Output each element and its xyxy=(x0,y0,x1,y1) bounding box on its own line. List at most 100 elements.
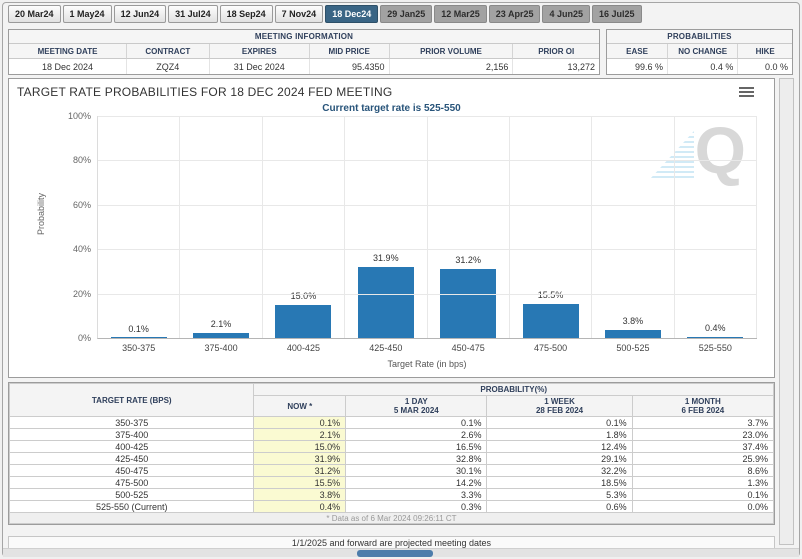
tab-29-jan25[interactable]: 29 Jan25 xyxy=(380,5,432,23)
cell-now: 15.0% xyxy=(254,441,346,453)
bar-450-475[interactable] xyxy=(440,269,496,338)
grid-line xyxy=(98,116,757,117)
cell-now: 3.8% xyxy=(254,489,346,501)
y-tick-label: 100% xyxy=(68,111,91,121)
horizontal-scrollbar-track[interactable] xyxy=(3,548,799,557)
cell-rate: 450-475 xyxy=(10,465,254,477)
cell-day: 30.1% xyxy=(346,465,487,477)
grid-line xyxy=(98,294,757,295)
meeting-info-value-0: 18 Dec 2024 xyxy=(9,59,127,74)
y-tick-label: 0% xyxy=(78,333,91,343)
cell-month: 25.9% xyxy=(632,453,773,465)
table-row: 350-3750.1%0.1%0.1%3.7% xyxy=(10,417,774,429)
tab-1-may24[interactable]: 1 May24 xyxy=(63,5,112,23)
chart-category-525-550: 0.4%525-550 xyxy=(675,116,757,338)
cell-now: 31.9% xyxy=(254,453,346,465)
tab-20-mar24[interactable]: 20 Mar24 xyxy=(8,5,61,23)
cell-day: 32.8% xyxy=(346,453,487,465)
y-axis-title: Probability xyxy=(36,184,46,244)
chart-subtitle: Current target rate is 525-550 xyxy=(9,103,774,114)
tab-7-nov24[interactable]: 7 Nov24 xyxy=(275,5,324,23)
bar-value-label: 15.0% xyxy=(263,291,344,301)
sub-header-1: 1 DAY5 MAR 2024 xyxy=(346,396,487,417)
sub-header-0: NOW * xyxy=(254,396,346,417)
cell-week: 12.4% xyxy=(487,441,632,453)
probability-table: TARGET RATE (BPS) PROBABILITY(%) NOW *1 … xyxy=(9,383,774,524)
meeting-info-value-4: 2,156 xyxy=(390,59,514,74)
meeting-info-headers: MEETING DATECONTRACTEXPIRESMID PRICEPRIO… xyxy=(9,44,599,59)
cell-month: 0.1% xyxy=(632,489,773,501)
chart-title: TARGET RATE PROBABILITIES FOR 18 DEC 202… xyxy=(17,85,392,99)
bar-475-500[interactable] xyxy=(523,304,579,338)
cell-day: 16.5% xyxy=(346,441,487,453)
cell-day: 14.2% xyxy=(346,477,487,489)
probabilities-headers: EASENO CHANGEHIKE xyxy=(607,44,792,59)
cell-day: 3.3% xyxy=(346,489,487,501)
tab-12-jun24[interactable]: 12 Jun24 xyxy=(114,5,167,23)
tab-18-sep24[interactable]: 18 Sep24 xyxy=(220,5,273,23)
chart-cells: 0.1%350-3752.1%375-40015.0%400-42531.9%4… xyxy=(98,116,757,338)
probability-group-header: PROBABILITY(%) xyxy=(254,384,774,396)
meeting-tabs: 20 Mar241 May2412 Jun2431 Jul2418 Sep247… xyxy=(8,5,642,23)
bar-value-label: 2.1% xyxy=(180,319,261,329)
table-row: 425-45031.9%32.8%29.1%25.9% xyxy=(10,453,774,465)
bar-525-550[interactable] xyxy=(687,337,743,338)
table-row: 525-550 (Current)0.4%0.3%0.6%0.0% xyxy=(10,501,774,513)
meeting-info-header-1: CONTRACT xyxy=(127,44,210,59)
probabilities-header-1: NO CHANGE xyxy=(668,44,738,59)
tab-23-apr25[interactable]: 23 Apr25 xyxy=(489,5,541,23)
y-tick-label: 40% xyxy=(73,244,91,254)
cell-rate: 475-500 xyxy=(10,477,254,489)
tab-18-dec24[interactable]: 18 Dec24 xyxy=(325,5,378,23)
tab-4-jun25[interactable]: 4 Jun25 xyxy=(542,5,590,23)
bar-value-label: 31.9% xyxy=(345,253,426,263)
hamburger-menu-icon[interactable] xyxy=(739,87,754,99)
chart-category-375-400: 2.1%375-400 xyxy=(180,116,262,338)
bar-425-450[interactable] xyxy=(358,267,414,338)
table-row: 400-42515.0%16.5%12.4%37.4% xyxy=(10,441,774,453)
bar-350-375[interactable] xyxy=(111,337,167,338)
cell-week: 1.8% xyxy=(487,429,632,441)
cell-week: 5.3% xyxy=(487,489,632,501)
cell-rate: 400-425 xyxy=(10,441,254,453)
cell-week: 0.6% xyxy=(487,501,632,513)
cell-month: 23.0% xyxy=(632,429,773,441)
bar-375-400[interactable] xyxy=(193,333,249,338)
probabilities-panel: PROBABILITIES EASENO CHANGEHIKE 99.6 %0.… xyxy=(606,29,793,75)
vertical-scrollbar[interactable] xyxy=(779,78,794,545)
probabilities-value-1: 0.4 % xyxy=(668,59,738,74)
cell-week: 32.2% xyxy=(487,465,632,477)
table-row: 475-50015.5%14.2%18.5%1.3% xyxy=(10,477,774,489)
grid-line xyxy=(98,205,757,206)
cell-now: 15.5% xyxy=(254,477,346,489)
table-row: 375-4002.1%2.6%1.8%23.0% xyxy=(10,429,774,441)
tab-16-jul25[interactable]: 16 Jul25 xyxy=(592,5,642,23)
probabilities-header-0: EASE xyxy=(607,44,668,59)
cell-month: 1.3% xyxy=(632,477,773,489)
meeting-info-values: 18 Dec 2024ZQZ431 Dec 202495.43502,15613… xyxy=(9,59,599,74)
grid-line xyxy=(98,160,757,161)
cell-day: 2.6% xyxy=(346,429,487,441)
probabilities-value-2: 0.0 % xyxy=(738,59,792,74)
cell-week: 0.1% xyxy=(487,417,632,429)
bar-400-425[interactable] xyxy=(275,305,331,338)
data-as-of-footnote: * Data as of 6 Mar 2024 09:26:11 CT xyxy=(10,513,774,524)
cell-month: 37.4% xyxy=(632,441,773,453)
meeting-info-header-2: EXPIRES xyxy=(210,44,310,59)
probabilities-header-2: HIKE xyxy=(738,44,792,59)
horizontal-scrollbar-thumb[interactable] xyxy=(357,550,433,557)
meeting-info-value-2: 31 Dec 2024 xyxy=(210,59,310,74)
cell-rate: 350-375 xyxy=(10,417,254,429)
tab-12-mar25[interactable]: 12 Mar25 xyxy=(434,5,487,23)
probabilities-value-0: 99.6 % xyxy=(607,59,668,74)
target-rate-header: TARGET RATE (BPS) xyxy=(10,384,254,417)
y-tick-label: 80% xyxy=(73,155,91,165)
chart-category-475-500: 15.5%475-500 xyxy=(510,116,592,338)
chart-category-350-375: 0.1%350-375 xyxy=(98,116,180,338)
meeting-info-value-3: 95.4350 xyxy=(310,59,390,74)
cell-week: 29.1% xyxy=(487,453,632,465)
bar-500-525[interactable] xyxy=(605,330,661,338)
tab-31-jul24[interactable]: 31 Jul24 xyxy=(168,5,218,23)
cell-now: 31.2% xyxy=(254,465,346,477)
sub-header-3: 1 MONTH6 FEB 2024 xyxy=(632,396,773,417)
